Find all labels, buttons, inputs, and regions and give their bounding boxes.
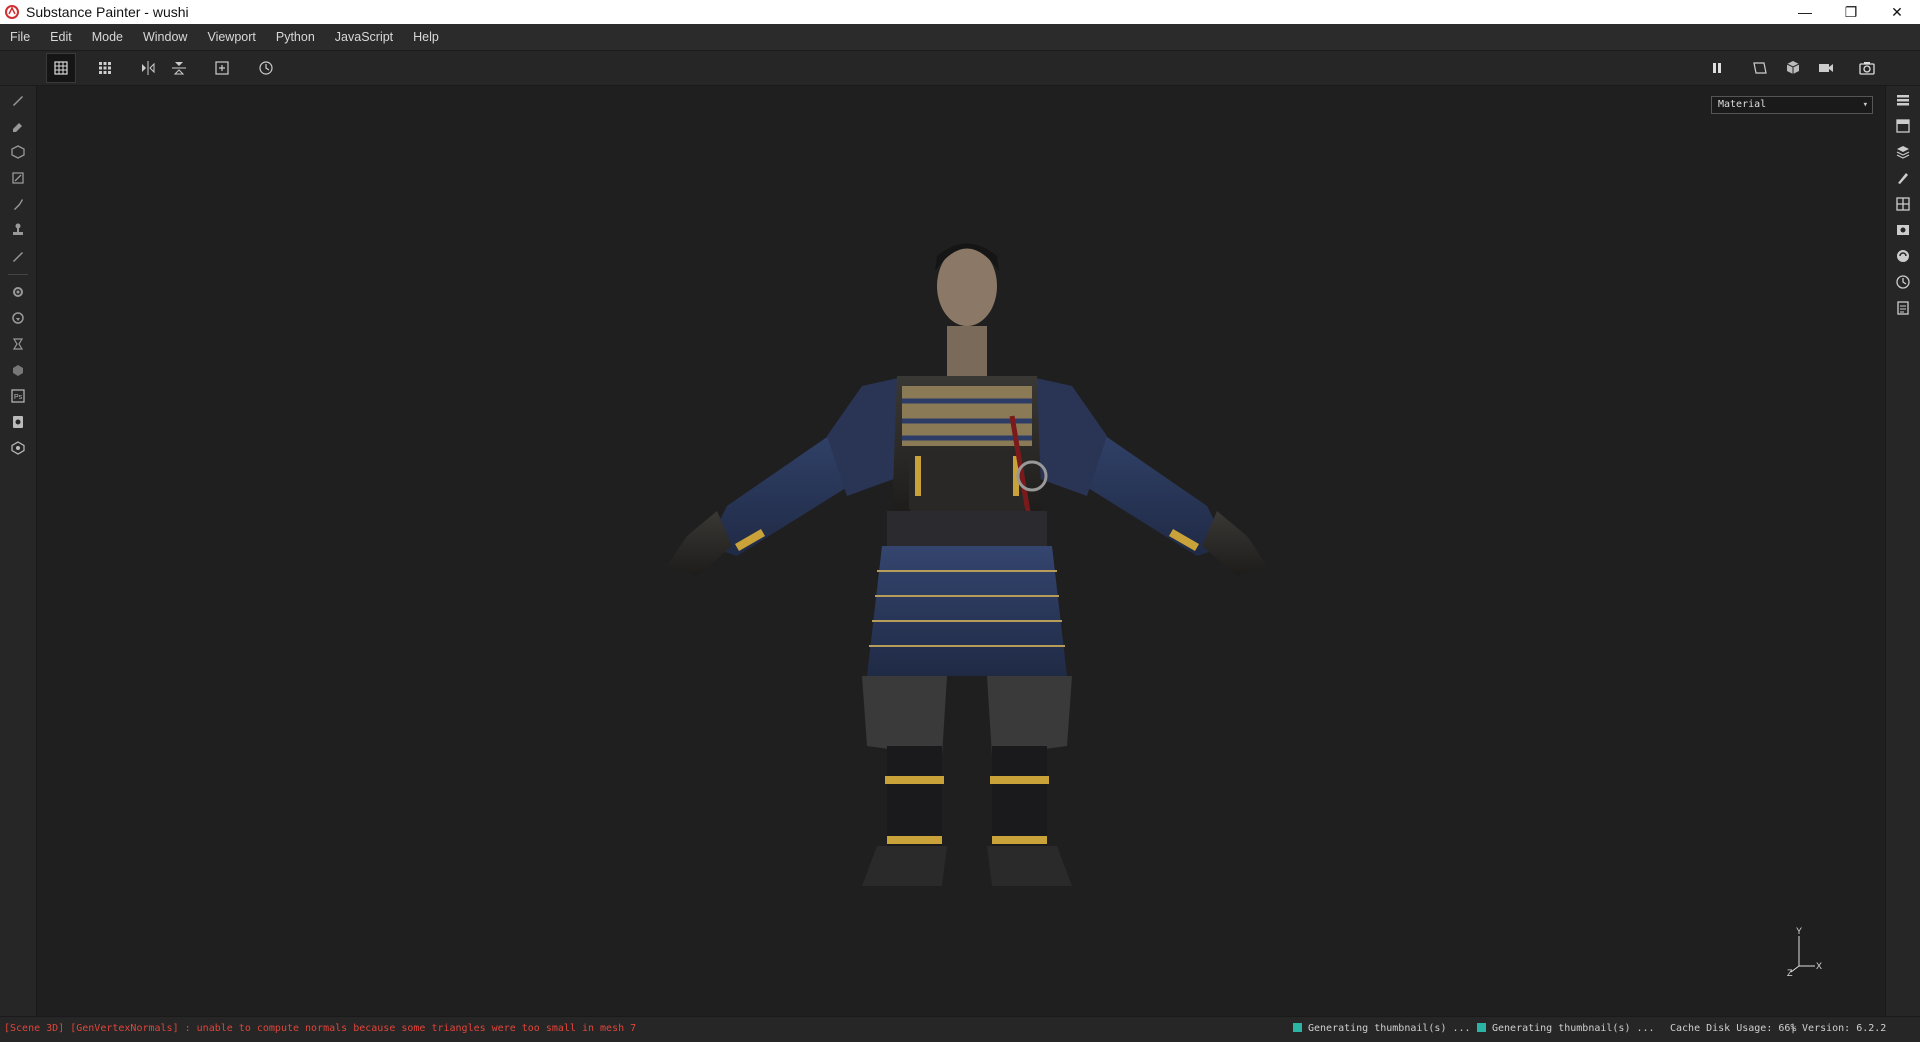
app-logo-icon [5,5,19,19]
restore-button[interactable]: ❐ [1828,0,1874,24]
gizmo-y-label: Y [1796,926,1802,936]
eraser-icon[interactable] [6,114,30,138]
channel-select-value: Material [1718,99,1767,110]
pause-icon[interactable] [1702,53,1732,83]
clone-stamp-icon[interactable] [6,218,30,242]
3d-view-icon[interactable] [1778,53,1808,83]
status-bar: [Scene 3D] [GenVertexNormals] : unable t… [0,1016,1920,1042]
window-title: Substance Painter - wushi [26,4,189,20]
thumbnail-status-2: Generating thumbnail(s) ... [1477,1023,1655,1034]
menu-bar: File Edit Mode Window Viewport Python Ja… [0,24,1920,51]
right-toolbar [1885,86,1920,1016]
gizmo-x-label: X [1816,961,1822,971]
grid-view-icon[interactable] [46,53,76,83]
camera-settings-icon[interactable] [1891,218,1915,242]
history-icon[interactable] [251,53,281,83]
paint-brush-icon[interactable] [6,88,30,112]
layer-stack-icon[interactable] [1891,140,1915,164]
cache-disk-usage: Cache Disk Usage: 66% [1670,1023,1797,1034]
display-settings-icon[interactable] [1891,192,1915,216]
progress-indicator-icon [1293,1023,1302,1032]
projection-icon[interactable] [6,140,30,164]
error-message[interactable]: [Scene 3D] [GenVertexNormals] : unable t… [4,1023,636,1034]
menu-mode[interactable]: Mode [82,24,133,50]
log-icon[interactable] [1891,296,1915,320]
export-icon[interactable] [6,306,30,330]
plugin-icon[interactable] [6,436,30,460]
menu-help[interactable]: Help [403,24,449,50]
menu-javascript[interactable]: JavaScript [325,24,403,50]
history-panel-icon[interactable] [1891,270,1915,294]
display-mode-icon[interactable] [1745,53,1775,83]
texture-set-icon[interactable] [1891,114,1915,138]
close-button[interactable]: ✕ [1874,0,1920,24]
thumbnail-status-1: Generating thumbnail(s) ... [1293,1023,1471,1034]
menu-viewport[interactable]: Viewport [197,24,265,50]
shelf-icon[interactable] [1891,244,1915,268]
smudge-icon[interactable] [6,192,30,216]
thumbnail-status-text-1: Generating thumbnail(s) ... [1308,1023,1471,1034]
channel-select[interactable]: Material ▾ [1711,96,1873,114]
svg-text:Ps: Ps [14,394,23,401]
grid-menu-icon[interactable] [90,53,120,83]
menu-file[interactable]: File [0,24,40,50]
bake-settings-icon[interactable] [6,280,30,304]
axis-gizmo: Y X Z [1787,926,1822,976]
screenshot-icon[interactable] [1852,53,1882,83]
add-frame-icon[interactable] [207,53,237,83]
effects-icon[interactable] [6,358,30,382]
camera-icon[interactable] [1811,53,1841,83]
chevron-down-icon: ▾ [1862,100,1868,110]
polygon-fill-icon[interactable] [6,166,30,190]
left-toolbar: Ps [0,86,37,1016]
version-label: | Version: 6.2.2 [1790,1023,1887,1034]
gizmo-z-label: Z [1787,968,1793,976]
progress-indicator-icon [1477,1023,1486,1032]
brush-settings-icon[interactable] [1891,166,1915,190]
layers-list-icon[interactable] [1891,88,1915,112]
title-bar: Substance Painter - wushi — ❐ ✕ [0,0,1920,24]
menu-window[interactable]: Window [133,24,197,50]
thumbnail-status-text-2: Generating thumbnail(s) ... [1492,1023,1655,1034]
samurai-model [667,243,1267,886]
menu-edit[interactable]: Edit [40,24,82,50]
symmetry-x-icon[interactable] [133,53,163,83]
top-toolbar [0,51,1920,86]
document-icon[interactable] [6,410,30,434]
menu-python[interactable]: Python [266,24,325,50]
photoshop-icon[interactable]: Ps [6,384,30,408]
3d-viewport[interactable]: Material ▾ Y X Z [37,86,1885,1016]
symmetry-y-icon[interactable] [164,53,194,83]
minimize-button[interactable]: — [1782,0,1828,24]
color-picker-icon[interactable] [6,244,30,268]
iray-icon[interactable] [6,332,30,356]
